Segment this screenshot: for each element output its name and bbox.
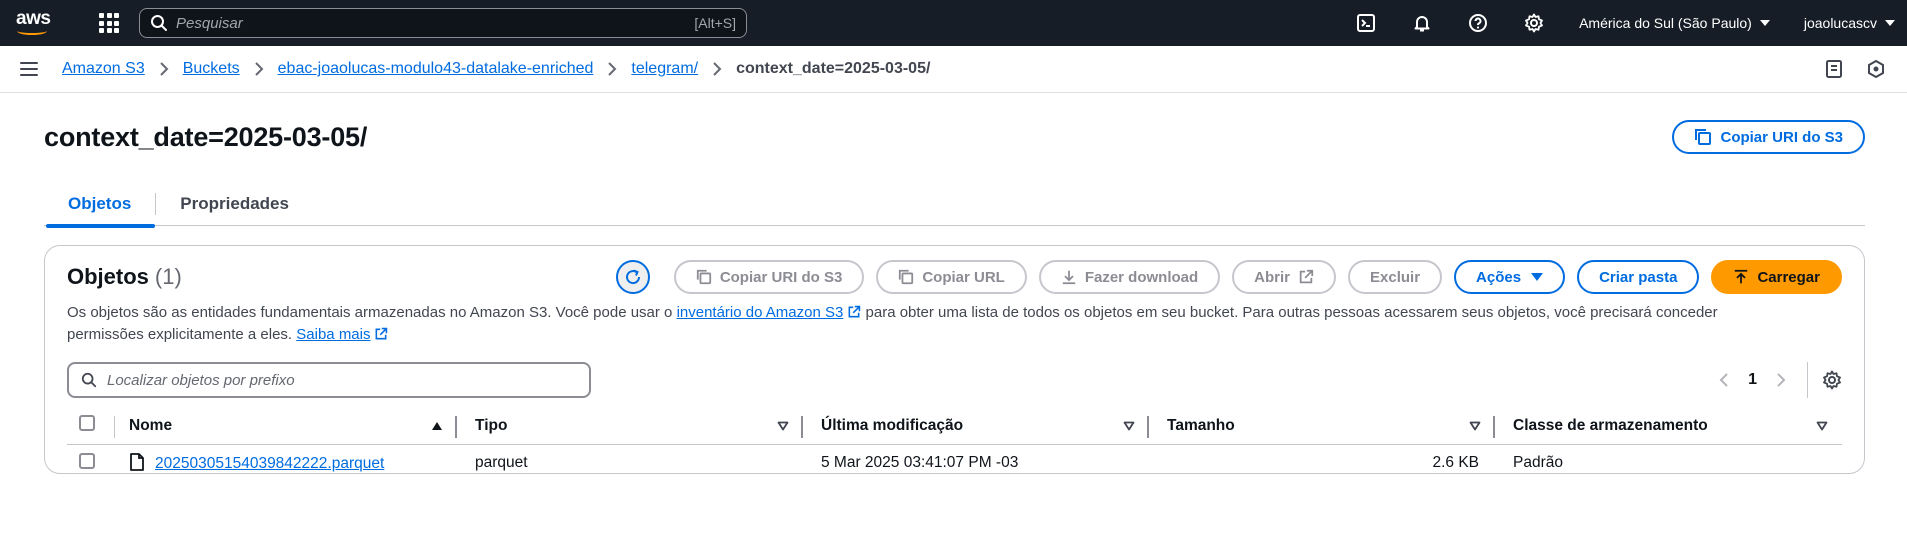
column-header-name[interactable]: Nome — [111, 408, 457, 445]
breadcrumb-item[interactable]: Buckets — [183, 60, 240, 78]
chevron-right-icon — [254, 62, 264, 76]
refresh-button[interactable] — [615, 260, 650, 294]
side-panel-icon[interactable] — [1823, 58, 1845, 80]
notifications-bell-icon[interactable] — [1411, 12, 1433, 34]
search-icon — [81, 372, 97, 388]
actions-dropdown[interactable]: Ações — [1454, 260, 1566, 294]
breadcrumb-item[interactable]: ebac-joaolucas-modulo43-datalake-enriche… — [278, 60, 594, 78]
objects-heading: Objetos — [67, 264, 149, 289]
table-header-row: Nome Tipo Última modificação Tamanho Cla… — [67, 408, 1842, 445]
sort-icon[interactable] — [1469, 421, 1481, 431]
object-link[interactable]: 20250305154039842222.parquet — [155, 455, 384, 472]
learn-more-link[interactable]: Saiba mais — [296, 326, 370, 343]
search-placeholder: Pesquisar — [176, 14, 243, 32]
top-navigation: aws Pesquisar [Alt+S] América do Sul (Sã… — [0, 0, 1907, 46]
download-icon — [1062, 270, 1076, 285]
account-menu[interactable]: joaolucascv — [1804, 15, 1895, 31]
sort-icon[interactable] — [777, 421, 789, 431]
settings-gear-icon[interactable] — [1523, 12, 1545, 34]
refresh-icon — [625, 269, 640, 285]
page-number[interactable]: 1 — [1748, 371, 1757, 389]
table-row[interactable]: 20250305154039842222.parquet parquet 5 M… — [67, 444, 1842, 482]
prefix-search-input[interactable]: Localizar objetos por prefixo — [67, 362, 591, 398]
chevron-left-icon[interactable] — [1718, 372, 1730, 388]
objects-panel: Objetos (1) Copiar URI do S3 Copiar URL … — [44, 245, 1865, 474]
sort-icon[interactable] — [1816, 421, 1828, 431]
region-selector[interactable]: América do Sul (São Paulo) — [1579, 15, 1770, 31]
copy-s3-uri-header-button[interactable]: Copiar URI do S3 — [1672, 120, 1865, 154]
tab-objects[interactable]: Objetos — [44, 182, 156, 228]
open-button[interactable]: Abrir — [1232, 260, 1337, 294]
breadcrumb-bar: Amazon S3 Buckets ebac-joaolucas-modulo4… — [0, 46, 1907, 93]
page-header: context_date=2025-03-05/ Copiar URI do S… — [44, 120, 1865, 154]
cell-storage-class: Padrão — [1513, 454, 1563, 472]
select-all-checkbox[interactable] — [79, 415, 95, 432]
external-link-icon — [1299, 269, 1314, 284]
objects-description: Os objetos são as entidades fundamentais… — [67, 304, 1718, 343]
cell-last-modified: 5 Mar 2025 03:41:07 PM -03 — [821, 454, 1019, 472]
help-icon[interactable] — [1467, 12, 1489, 34]
select-all-column — [67, 408, 115, 445]
breadcrumb-current: context_date=2025-03-05/ — [736, 60, 931, 77]
file-icon — [130, 453, 144, 472]
upload-button[interactable]: Carregar — [1711, 260, 1842, 294]
column-header-last-modified[interactable]: Última modificação — [803, 408, 1149, 445]
services-grid-icon[interactable] — [99, 13, 119, 33]
chevron-right-icon — [159, 62, 169, 76]
column-header-size[interactable]: Tamanho — [1149, 408, 1495, 445]
chevron-down-icon — [1885, 20, 1895, 26]
objects-count: (1) — [154, 264, 182, 289]
create-folder-button[interactable]: Criar pasta — [1577, 260, 1700, 294]
inventory-link[interactable]: inventário do Amazon S3 — [677, 304, 844, 321]
chevron-right-icon — [712, 62, 722, 76]
objects-table: Nome Tipo Última modificação Tamanho Cla… — [67, 408, 1842, 482]
tab-list: Objetos Propriedades — [44, 182, 1865, 228]
cloudshell-icon[interactable] — [1355, 12, 1377, 34]
column-header-type[interactable]: Tipo — [457, 408, 803, 445]
row-checkbox[interactable] — [79, 452, 95, 469]
copy-icon — [899, 269, 914, 285]
copy-icon — [696, 269, 711, 285]
table-settings-gear-icon[interactable] — [1822, 370, 1842, 390]
breadcrumb-item[interactable]: Amazon S3 — [62, 60, 145, 78]
download-button[interactable]: Fazer download — [1038, 260, 1221, 294]
external-link-icon — [848, 305, 861, 318]
copy-icon — [1695, 129, 1712, 145]
copy-s3-uri-button[interactable]: Copiar URI do S3 — [673, 260, 865, 294]
menu-hamburger-icon[interactable] — [20, 62, 38, 76]
feedback-icon[interactable] — [1865, 58, 1887, 80]
sort-ascending-icon[interactable] — [431, 421, 443, 431]
caret-down-icon — [1531, 273, 1544, 281]
cell-size: 2.6 KB — [1432, 454, 1479, 472]
chevron-right-icon[interactable] — [1775, 372, 1787, 388]
sort-icon[interactable] — [1123, 421, 1135, 431]
search-shortcut: [Alt+S] — [694, 15, 736, 31]
chevron-down-icon — [1759, 20, 1770, 26]
upload-icon — [1735, 269, 1748, 284]
search-icon — [151, 15, 167, 31]
global-search-input[interactable]: Pesquisar [Alt+S] — [139, 8, 747, 38]
aws-logo[interactable]: aws — [14, 8, 54, 38]
chevron-right-icon — [607, 62, 617, 76]
cell-type: parquet — [475, 454, 528, 472]
copy-url-button[interactable]: Copiar URL — [876, 260, 1027, 294]
tab-properties[interactable]: Propriedades — [156, 182, 313, 226]
external-link-icon — [376, 327, 388, 340]
pagination: 1 — [1718, 362, 1842, 398]
breadcrumb-item[interactable]: telegram/ — [631, 60, 698, 78]
cell-name: 20250305154039842222.parquet — [111, 444, 457, 482]
delete-button[interactable]: Excluir — [1348, 260, 1443, 294]
column-header-storage-class[interactable]: Classe de armazenamento — [1495, 408, 1842, 445]
page-title: context_date=2025-03-05/ — [44, 121, 368, 152]
